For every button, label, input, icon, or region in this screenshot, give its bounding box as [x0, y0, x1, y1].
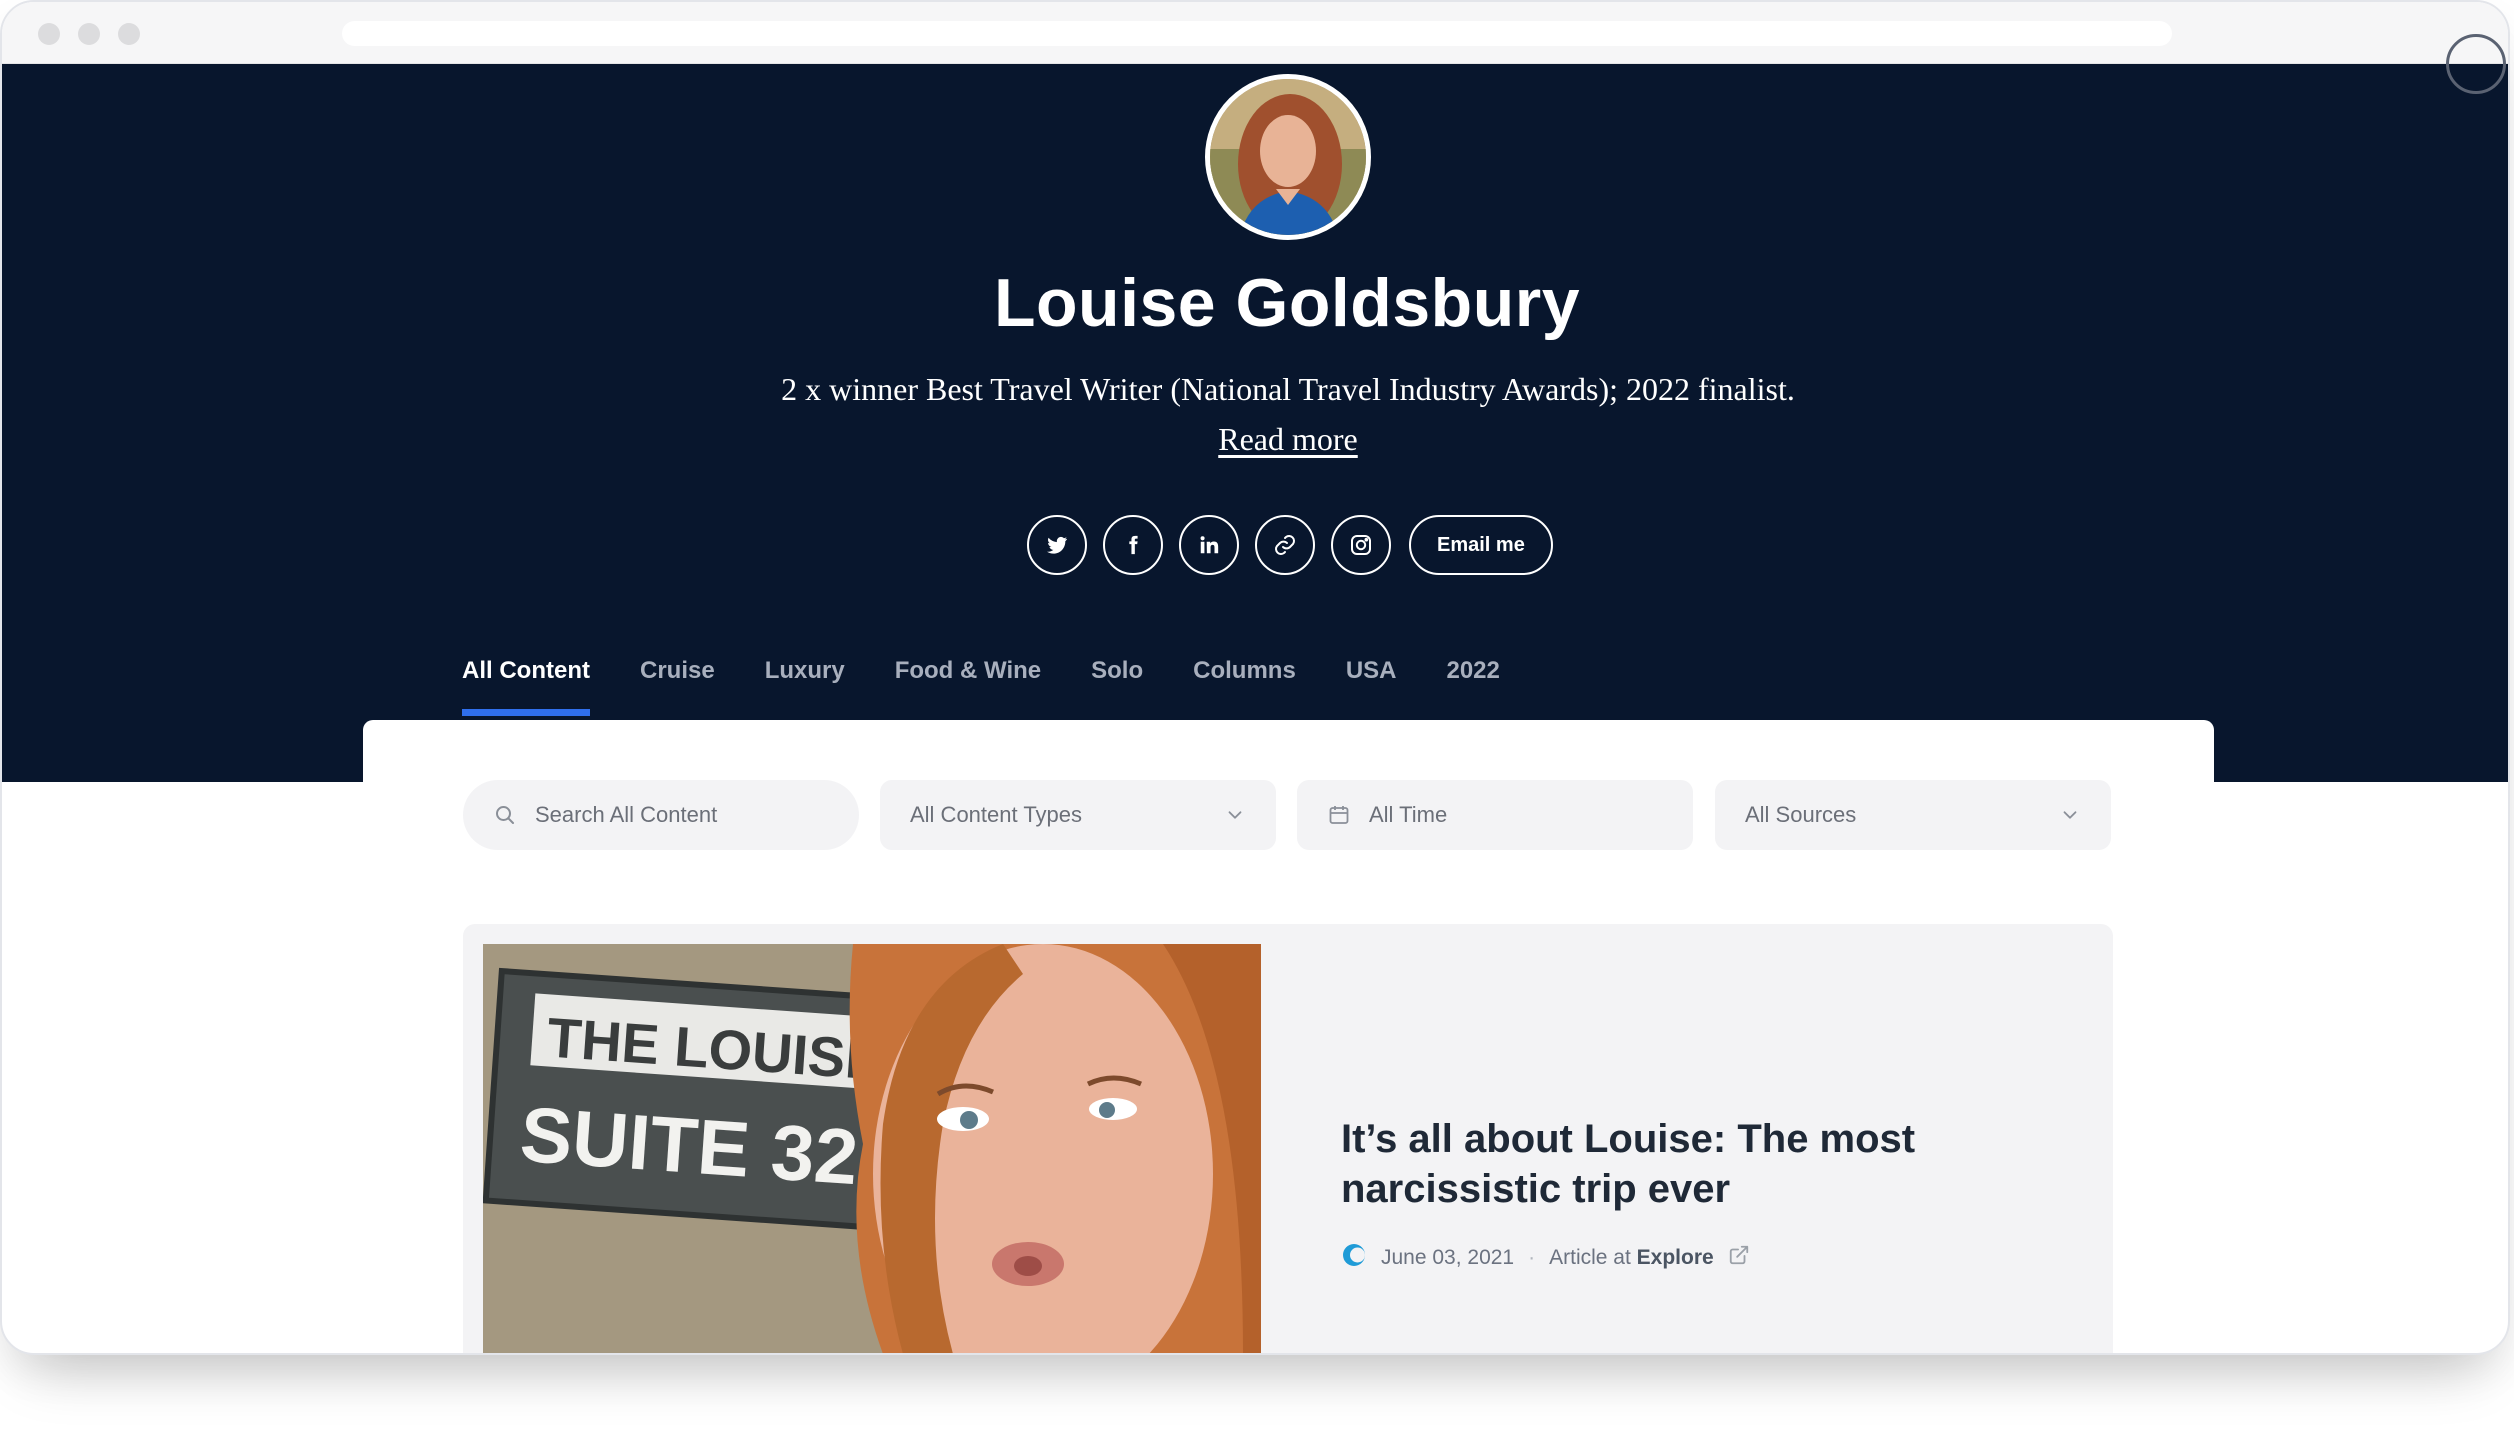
article-source[interactable]: Explore: [1637, 1246, 1714, 1269]
calendar-icon: [1327, 803, 1351, 827]
tab-solo[interactable]: Solo: [1091, 657, 1143, 713]
browser-titlebar: [2, 2, 2508, 64]
sources-select[interactable]: All Sources: [1715, 780, 2111, 850]
tab-luxury[interactable]: Luxury: [765, 657, 845, 713]
search-input[interactable]: Search All Content: [463, 780, 859, 850]
content-types-select[interactable]: All Content Types: [880, 780, 1276, 850]
chevron-down-icon: [2059, 804, 2081, 832]
profile-name: Louise Goldsbury: [993, 265, 1581, 341]
maximize-window-dot[interactable]: [118, 23, 140, 45]
chevron-down-icon: [1224, 804, 1246, 832]
facebook-icon: [1129, 535, 1138, 555]
search-icon: [493, 803, 517, 827]
close-window-dot[interactable]: [38, 23, 60, 45]
content-types-value: All Content Types: [910, 802, 1083, 827]
article-type: Article at Explore: [1549, 1246, 1714, 1270]
email-me-button[interactable]: Email me: [1409, 515, 1553, 575]
corner-button[interactable]: [2446, 34, 2506, 94]
profile-hero: Louise Goldsbury 2 x winner Best Travel …: [2, 34, 2508, 782]
tab-cruise[interactable]: Cruise: [640, 657, 715, 713]
social-links: Email me: [1027, 515, 1553, 575]
tab-food-wine[interactable]: Food & Wine: [895, 657, 1041, 713]
profile-bio: 2 x winner Best Travel Writer (National …: [752, 364, 1824, 464]
tab-columns[interactable]: Columns: [1193, 657, 1296, 713]
browser-window: Louise Goldsbury 2 x winner Best Travel …: [0, 0, 2510, 1355]
article-card[interactable]: THE LOUISE SUITE 32 It’s all about Louis…: [463, 924, 2113, 1353]
website-link-button[interactable]: [1255, 515, 1315, 575]
twitter-icon: [1047, 536, 1067, 554]
meta-separator: ·: [1528, 1246, 1536, 1269]
external-link-icon[interactable]: [1728, 1244, 1750, 1272]
instagram-icon: [1351, 535, 1371, 555]
article-thumbnail[interactable]: THE LOUISE SUITE 32: [483, 944, 1261, 1353]
facebook-button[interactable]: [1103, 515, 1163, 575]
content-card: Search All Content All Content Types All…: [363, 720, 2214, 1353]
link-icon: [1275, 535, 1295, 555]
article-date: June 03, 2021: [1381, 1246, 1515, 1269]
search-placeholder: Search All Content: [535, 802, 718, 827]
article-title[interactable]: It’s all about Louise: The most narcissi…: [1341, 1114, 1981, 1214]
tab-usa[interactable]: USA: [1346, 657, 1397, 713]
read-more-link[interactable]: Read more: [1218, 421, 1358, 457]
tab-all-content[interactable]: All Content: [462, 657, 590, 716]
twitter-button[interactable]: [1027, 515, 1087, 575]
source-logo-icon: [1341, 1242, 1367, 1274]
content-tabs: All Content Cruise Luxury Food & Wine So…: [462, 657, 1500, 716]
time-range-value: All Time: [1369, 802, 1448, 827]
minimize-window-dot[interactable]: [78, 23, 100, 45]
instagram-button[interactable]: [1331, 515, 1391, 575]
linkedin-button[interactable]: [1179, 515, 1239, 575]
tab-2022[interactable]: 2022: [1446, 657, 1499, 713]
time-range-select[interactable]: All Time: [1297, 780, 1693, 850]
bio-text: 2 x winner Best Travel Writer (National …: [781, 371, 1795, 407]
sources-value: All Sources: [1745, 802, 1857, 827]
linkedin-icon: [1200, 536, 1219, 554]
address-bar[interactable]: [342, 21, 2172, 46]
avatar: [1205, 74, 1371, 240]
article-meta: June 03, 2021 · Article at Explore: [1341, 1242, 1750, 1274]
article-type-prefix: Article at: [1549, 1246, 1631, 1269]
